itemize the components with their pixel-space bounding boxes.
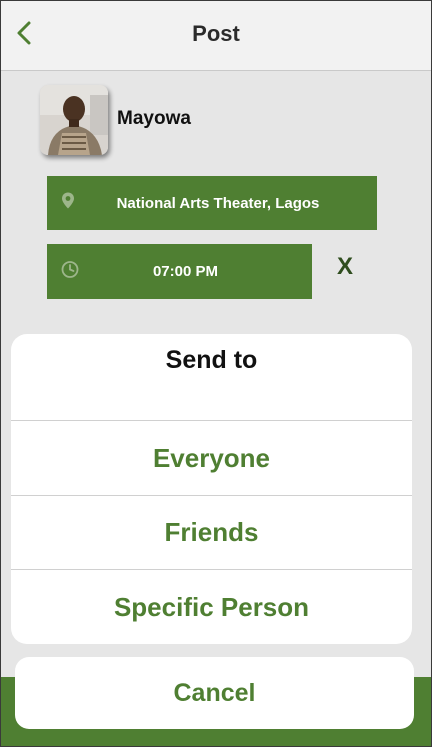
clock-icon <box>61 260 79 283</box>
page-title: Post <box>192 21 240 46</box>
clear-time-button[interactable]: X <box>333 253 357 283</box>
location-field[interactable]: National Arts Theater, Lagos <box>47 176 377 230</box>
top-bar: Post <box>1 1 431 71</box>
location-text: National Arts Theater, Lagos <box>116 194 320 212</box>
sheet-title: Send to <box>11 334 412 421</box>
app-frame: Post Mayowa National Arts Theater, Lagos <box>0 0 432 747</box>
send-to-sheet: Send to Everyone Friends Specific Person <box>11 334 412 644</box>
user-name: Mayowa <box>117 108 191 129</box>
profile-photo <box>40 85 108 155</box>
avatar <box>40 85 108 155</box>
time-text: 07:00 PM <box>152 263 219 280</box>
time-field[interactable]: 07:00 PM <box>47 244 312 299</box>
option-friends[interactable]: Friends <box>11 496 412 570</box>
cancel-button[interactable]: Cancel <box>15 657 414 729</box>
option-everyone[interactable]: Everyone <box>11 421 412 496</box>
map-pin-icon <box>61 192 75 215</box>
option-specific-person[interactable]: Specific Person <box>11 570 412 644</box>
